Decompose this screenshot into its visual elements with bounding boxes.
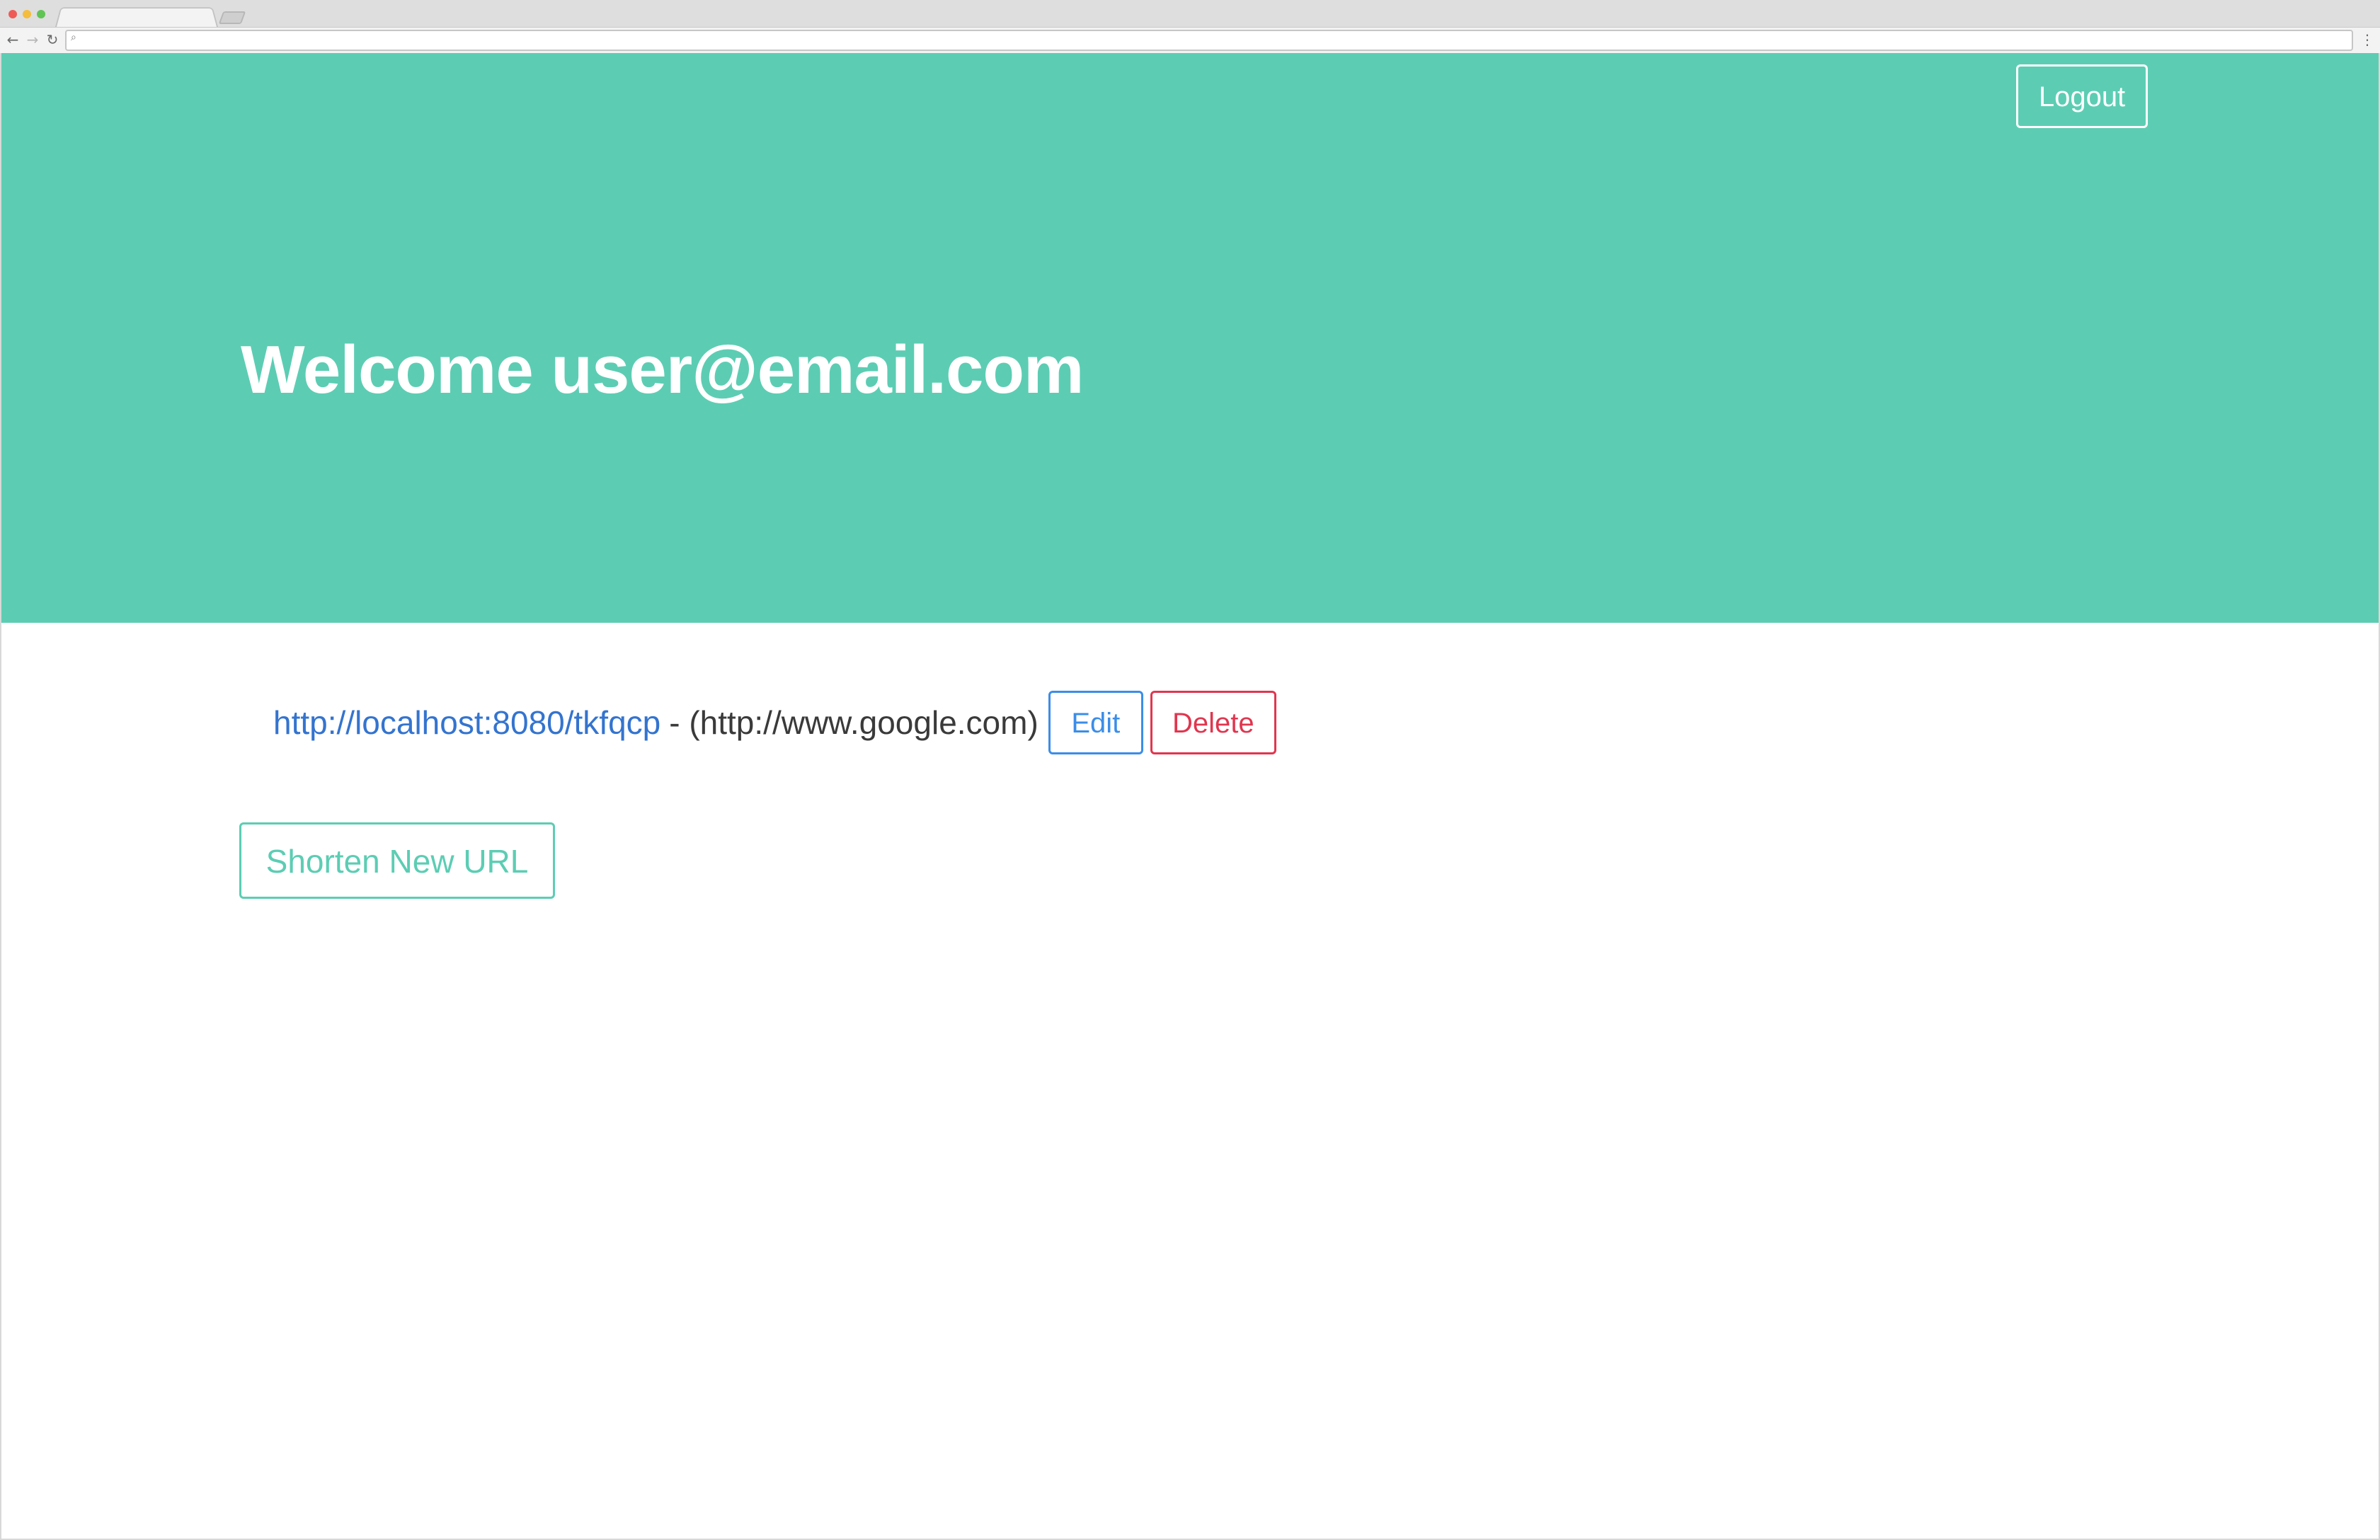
hero-banner: Logout Welcome user@email.com	[1, 53, 2379, 623]
maximize-window-icon[interactable]	[37, 10, 45, 18]
new-tab-button[interactable]	[218, 11, 246, 24]
forward-icon[interactable]: →	[24, 30, 41, 49]
back-icon[interactable]: ←	[4, 30, 21, 49]
url-list-item: http://localhost:8080/tkfqcp - (http://w…	[273, 690, 1276, 755]
long-url-text: - (http://www.google.com)	[669, 704, 1039, 741]
reload-icon[interactable]: ↻	[44, 30, 61, 49]
browser-chrome: ← → ↻ ⌕ ⋮	[0, 0, 2380, 53]
edit-button[interactable]: Edit	[1048, 691, 1143, 754]
page-title: Welcome user@email.com	[241, 332, 1084, 408]
search-icon: ⌕	[71, 32, 76, 43]
shorten-new-url-button[interactable]: Shorten New URL	[239, 822, 555, 899]
browser-menu-icon[interactable]: ⋮	[2360, 30, 2374, 49]
close-window-icon[interactable]	[8, 10, 17, 18]
delete-button[interactable]: Delete	[1150, 691, 1276, 754]
browser-tab[interactable]	[55, 7, 218, 27]
page-content: Logout Welcome user@email.com http://loc…	[0, 53, 2380, 1540]
browser-toolbar: ← → ↻ ⌕ ⋮	[0, 27, 2380, 53]
minimize-window-icon[interactable]	[23, 10, 31, 18]
short-url-link[interactable]: http://localhost:8080/tkfqcp	[273, 703, 660, 742]
logout-button[interactable]: Logout	[2016, 64, 2148, 128]
address-bar[interactable]: ⌕	[65, 30, 2353, 51]
